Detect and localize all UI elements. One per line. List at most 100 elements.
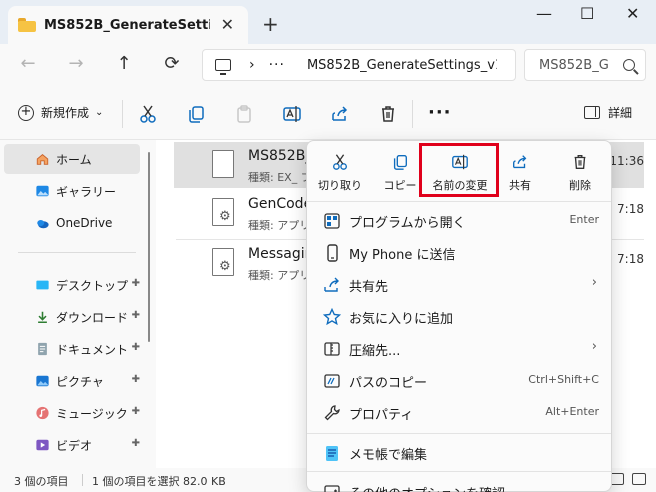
rename-icon[interactable] [282,104,302,124]
menu-item-more-options[interactable]: その他のオプションを確認 [315,475,605,492]
home-icon [36,154,49,165]
share-icon[interactable] [330,104,350,124]
menu-separator [307,471,611,472]
refresh-button[interactable]: ⟳ [160,53,184,74]
rename-highlight-box [419,143,499,197]
menu-item-open-with[interactable]: プログラムから開く Enter [315,204,605,236]
desktop-icon [36,280,49,290]
address-path[interactable]: MS852B_GenerateSettings_v1 [307,58,497,73]
menu-item-label: 圧縮先... [349,344,401,359]
folder-icon [18,18,36,32]
sidebar-item-videos[interactable]: ビデオ ✚ [4,430,140,460]
wrench-icon [324,405,340,421]
sidebar-item-gallery[interactable]: ギャラリー [4,176,140,206]
submenu-arrow-icon: › [591,275,597,290]
file-modified: 7:18 [617,252,644,266]
close-tab-icon[interactable]: ✕ [221,15,234,34]
address-overflow-button[interactable]: ··· [269,57,285,73]
new-tab-button[interactable]: + [262,12,279,36]
pin-icon[interactable]: ✚ [132,438,140,449]
new-item-label: 新規作成 [41,106,90,120]
file-modified: 11:36 [609,154,644,168]
navigation-pane: ホーム ギャラリー › OneDrive デスクトップ ✚ ダウンロード ✚ ド… [0,140,156,468]
menu-item-compress[interactable]: 圧縮先... › [315,332,605,364]
menu-item-copy-path[interactable]: パスのコピー Ctrl+Shift+C [315,364,605,396]
address-bar[interactable]: › ··· MS852B_GenerateSettings_v1 [202,49,516,81]
details-view-icon[interactable] [610,473,624,485]
copy-icon[interactable] [186,104,206,124]
music-icon [36,406,49,420]
delete-icon[interactable] [378,104,398,124]
sidebar-item-downloads[interactable]: ダウンロード ✚ [4,302,140,332]
menu-item-edit-notepad[interactable]: メモ帳で編集 [315,436,605,468]
action-label: 共有 [509,179,531,192]
context-share-button[interactable]: 共有 [491,141,549,199]
pin-icon[interactable]: ✚ [132,374,140,385]
pin-icon[interactable]: ✚ [132,342,140,353]
menu-item-add-favorite[interactable]: お気に入りに追加 [315,300,605,332]
star-icon [323,308,341,326]
zip-icon [324,342,340,356]
pin-icon[interactable]: ✚ [132,278,140,289]
sidebar-item-label: デスクトップ [56,278,129,293]
back-button[interactable]: ← [16,53,40,74]
documents-icon [38,342,47,356]
search-input[interactable]: MS852B_G [524,49,646,81]
tiles-view-icon[interactable] [632,473,646,485]
submenu-arrow-icon: › [591,339,597,354]
search-icon[interactable] [623,59,635,71]
file-modified: 7:18 [617,202,644,216]
pin-icon[interactable]: ✚ [132,310,140,321]
sidebar-item-label: ドキュメント [56,342,129,357]
delete-icon [574,155,586,169]
navigation-bar: ← → ↑ ⟳ › ··· MS852B_GenerateSettings_v1… [0,44,656,86]
tab-explorer[interactable]: MS852B_GenerateSettings_v1 ✕ [8,6,248,44]
gallery-icon [36,185,49,197]
sidebar-item-label: ホーム [56,152,92,167]
menu-item-properties[interactable]: プロパティ Alt+Enter [315,396,605,428]
sidebar-item-desktop[interactable]: デスクトップ ✚ [4,270,140,300]
up-button[interactable]: ↑ [112,53,136,74]
forward-button[interactable]: → [64,53,88,74]
context-delete-button[interactable]: 削除 [551,141,609,199]
context-cut-button[interactable]: 切り取り [311,141,369,199]
file-name: MS852B_GenerateSettings_v1 [248,148,308,164]
onedrive-icon [37,219,49,229]
maximize-button[interactable]: ☐ [580,4,594,23]
menu-item-share-to[interactable]: 共有先 › [315,268,605,300]
file-icon [212,150,234,178]
application-icon [212,198,234,226]
action-label: 削除 [569,179,591,192]
tab-title: MS852B_GenerateSettings_v1 [44,17,210,33]
sidebar-item-onedrive[interactable]: › OneDrive [4,208,140,238]
pin-icon[interactable]: ✚ [132,406,140,417]
chevron-right-icon[interactable]: › [249,57,255,73]
details-label: 詳細 [608,106,633,120]
context-quick-actions: 切り取り コピー 名前の変更 共有 削除 [307,141,613,199]
sidebar-item-music[interactable]: ミュージック ✚ [4,398,140,428]
plus-circle-icon: + [18,104,34,121]
menu-item-label: お気に入りに追加 [349,312,454,327]
details-pane-button[interactable]: 詳細 [584,104,632,121]
menu-item-send-to-phone[interactable]: My Phone に送信 [315,236,605,268]
copy-path-icon [324,374,340,388]
sidebar-scrollbar[interactable] [148,152,150,342]
menu-separator [307,201,611,202]
file-name: Messaging [248,246,308,262]
phone-icon [327,244,338,262]
notepad-icon [326,446,338,461]
more-options-button[interactable]: ··· [428,102,452,123]
paste-icon[interactable] [234,104,254,124]
share-icon [513,155,527,169]
sidebar-item-pictures[interactable]: ピクチャ ✚ [4,366,140,396]
minimize-button[interactable]: — [536,4,552,23]
menu-item-shortcut: Enter [569,213,599,226]
new-item-button[interactable]: + 新規作成 ⌄ [18,104,103,121]
selection-info: 1 個の項目を選択 82.0 KB [92,475,226,488]
menu-item-label: 共有先 [349,280,389,295]
cut-icon[interactable] [138,104,158,124]
sidebar-item-documents[interactable]: ドキュメント ✚ [4,334,140,364]
sidebar-item-home[interactable]: ホーム [4,144,140,174]
sidebar-item-label: OneDrive [56,216,113,230]
close-window-button[interactable]: ✕ [626,4,639,23]
